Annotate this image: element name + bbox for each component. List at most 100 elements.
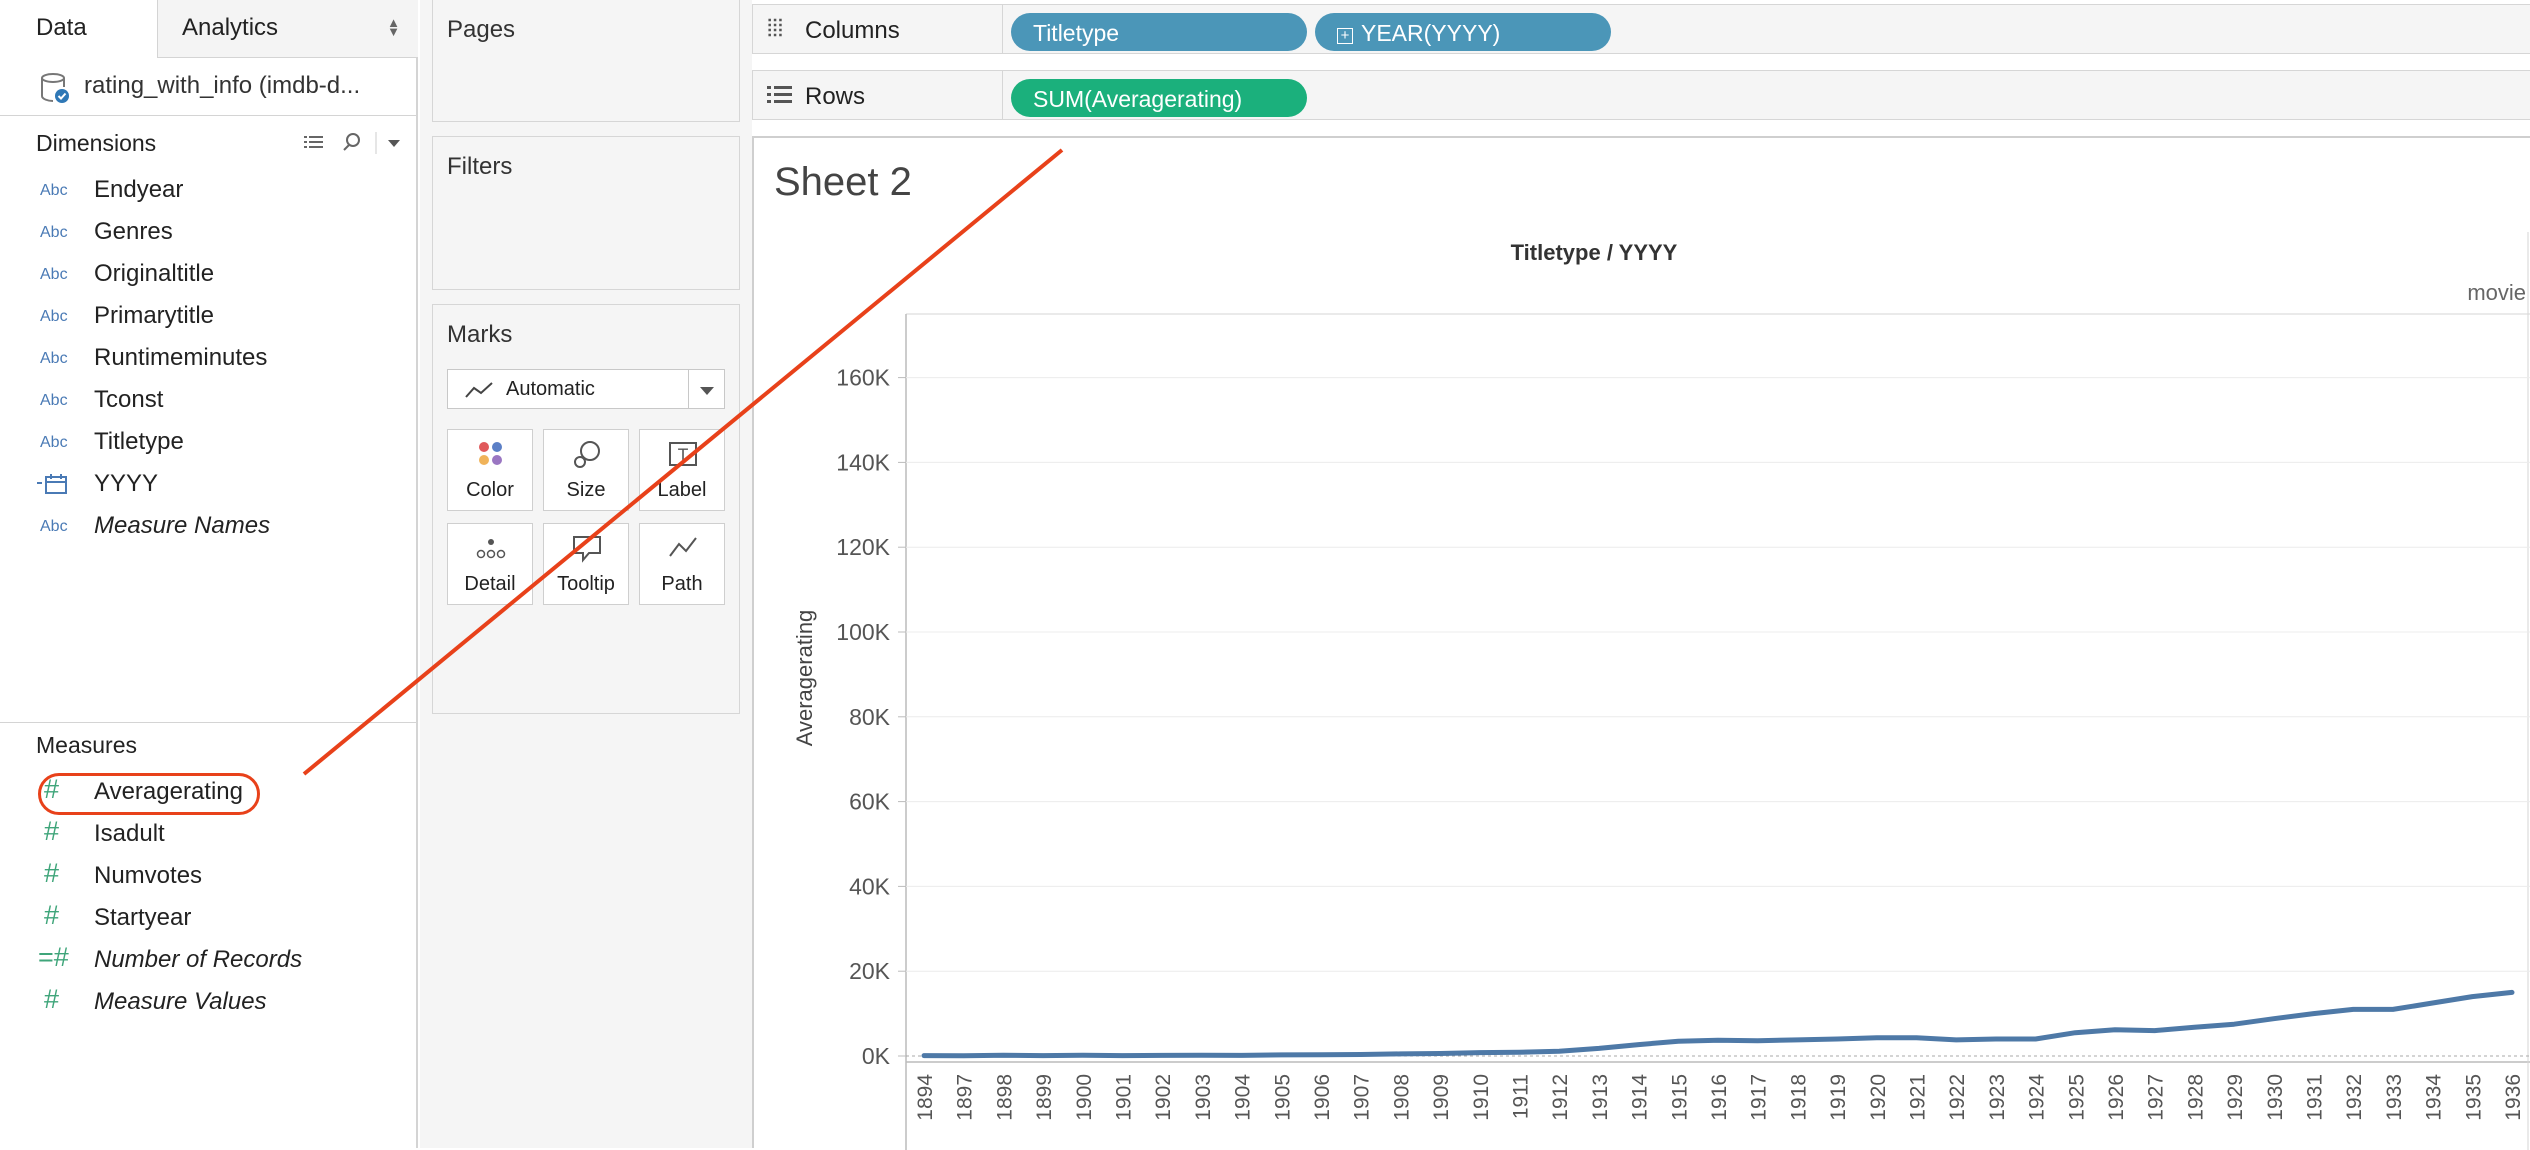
field-startyear[interactable]: # Startyear	[0, 898, 418, 940]
line-mark-icon	[465, 382, 493, 398]
rows-shelf-label: Rows	[753, 71, 1003, 119]
x-tick-label: 1930	[2264, 1074, 2287, 1121]
pages-card[interactable]: Pages	[432, 0, 740, 122]
string-type-icon: Abc	[40, 350, 68, 367]
svg-text:T: T	[677, 445, 688, 464]
field-endyear[interactable]: Abc Endyear	[0, 170, 418, 212]
x-tick-label: 1927	[2145, 1074, 2168, 1121]
filters-card[interactable]: Filters	[432, 136, 740, 290]
data-point	[1160, 1053, 1164, 1057]
x-tick-label: 1932	[2343, 1074, 2366, 1121]
x-tick-label: 1900	[1073, 1074, 1096, 1121]
dropdown-arrow-icon[interactable]	[688, 370, 724, 408]
y-tick-label: 40K	[849, 873, 891, 899]
rows-shelf[interactable]: Rows SUM(Averagerating)	[752, 70, 2530, 120]
x-tick-label: 1899	[1033, 1074, 1056, 1121]
data-point	[2153, 1029, 2157, 1033]
data-point	[2470, 995, 2474, 999]
number-type-icon: #	[44, 858, 60, 888]
x-tick-label: 1933	[2383, 1074, 2406, 1121]
field-name: Number of Records	[94, 946, 303, 973]
tab-analytics[interactable]: Analytics ▲ ▼	[158, 0, 418, 58]
x-tick-label: 1897	[954, 1074, 977, 1121]
pill-label: SUM(Averagerating)	[1033, 86, 1243, 112]
data-point	[1518, 1050, 1521, 1054]
measures-header: Measures	[36, 732, 137, 758]
columns-label: Columns	[805, 17, 900, 44]
x-tick-label: 1935	[2462, 1074, 2485, 1121]
field-runtimeminutes[interactable]: Abc Runtimeminutes	[0, 338, 418, 380]
datasource-row[interactable]: rating_with_info (imdb-d...	[0, 60, 418, 116]
data-point	[1121, 1054, 1124, 1058]
rows-label: Rows	[805, 83, 866, 110]
tab-analytics-label: Analytics	[182, 14, 279, 41]
data-point	[1915, 1036, 1918, 1040]
field-measure-names[interactable]: Abc Measure Names	[0, 506, 418, 548]
field-originaltitle[interactable]: Abc Originaltitle	[0, 254, 418, 296]
number-type-icon: #	[44, 816, 60, 846]
tooltip-button[interactable]: Tooltip	[543, 523, 629, 605]
pill-titletype[interactable]: Titletype	[1011, 13, 1307, 51]
tab-data[interactable]: Data	[0, 0, 158, 58]
expand-plus-icon[interactable]: +	[1337, 28, 1353, 44]
x-tick-label: 1917	[1748, 1074, 1771, 1121]
size-label: Size	[566, 479, 606, 501]
label-button[interactable]: T Label	[639, 429, 725, 511]
x-tick-label: 1920	[1867, 1074, 1890, 1121]
path-button[interactable]: Path	[639, 523, 725, 605]
x-tick-label: 1934	[2423, 1074, 2446, 1121]
field-numvotes[interactable]: # Numvotes	[0, 856, 418, 898]
data-point	[2192, 1025, 2196, 1029]
updown-arrows-icon[interactable]: ▲ ▼	[387, 16, 400, 38]
pill-year-yyyy[interactable]: + YEAR(YYYY)	[1315, 13, 1611, 51]
rows-icon	[767, 86, 792, 103]
field-number-of-records[interactable]: =# Number of Records	[0, 940, 418, 982]
pill-label: Titletype	[1033, 20, 1120, 46]
string-type-icon: Abc	[40, 266, 68, 283]
string-type-icon: Abc	[40, 224, 68, 241]
detail-button[interactable]: Detail	[447, 523, 533, 605]
x-tick-label: 1905	[1271, 1074, 1294, 1121]
list-view-icon[interactable]	[304, 136, 323, 148]
x-tick-label: 1929	[2224, 1074, 2247, 1121]
field-titletype[interactable]: Abc Titletype	[0, 422, 418, 464]
field-isadult[interactable]: # Isadult	[0, 814, 418, 856]
x-tick-label: 1928	[2184, 1074, 2207, 1121]
data-point	[1994, 1037, 1998, 1041]
x-tick-label: 1926	[2105, 1074, 2128, 1121]
x-tick-label: 1916	[1708, 1074, 1731, 1121]
field-genres[interactable]: Abc Genres	[0, 212, 418, 254]
pill-label: YEAR(YYYY)	[1361, 20, 1501, 46]
number-type-icon: #	[44, 900, 60, 930]
dimension-tools	[304, 132, 400, 154]
field-name: YYYY	[94, 470, 159, 497]
color-button[interactable]: Color	[447, 429, 533, 511]
data-point	[1359, 1053, 1363, 1056]
data-point	[2232, 1022, 2236, 1026]
field-tconst[interactable]: Abc Tconst	[0, 380, 418, 422]
field-name: Startyear	[94, 904, 192, 931]
dropdown-caret-icon[interactable]	[388, 140, 400, 147]
dimensions-header: Dimensions	[36, 130, 157, 156]
field-name: Measure Names	[94, 512, 271, 539]
data-point	[1637, 1043, 1641, 1047]
pill-sum-averagerating[interactable]: SUM(Averagerating)	[1011, 79, 1307, 117]
y-tick-label: 100K	[836, 619, 890, 645]
data-point	[1041, 1054, 1045, 1058]
size-button[interactable]: Size	[543, 429, 629, 511]
data-point	[2272, 1017, 2276, 1021]
x-tick-label: 1924	[2026, 1074, 2049, 1121]
x-tick-label: 1919	[1827, 1074, 1850, 1121]
data-point	[2312, 1012, 2315, 1016]
search-icon[interactable]	[343, 133, 360, 151]
data-point	[2510, 990, 2514, 994]
mark-type-dropdown[interactable]: Automatic	[447, 369, 725, 409]
field-primarytitle[interactable]: Abc Primarytitle	[0, 296, 418, 338]
path-label: Path	[661, 573, 703, 595]
data-point	[1438, 1052, 1442, 1055]
x-tick-label: 1915	[1668, 1074, 1691, 1121]
field-measure-values[interactable]: # Measure Values	[0, 982, 418, 1024]
field-yyyy[interactable]: YYYY	[0, 464, 418, 506]
data-point	[1875, 1036, 1879, 1040]
columns-shelf[interactable]: ⦙⦙⦙ Columns Titletype + YEAR(YYYY)	[752, 4, 2530, 54]
